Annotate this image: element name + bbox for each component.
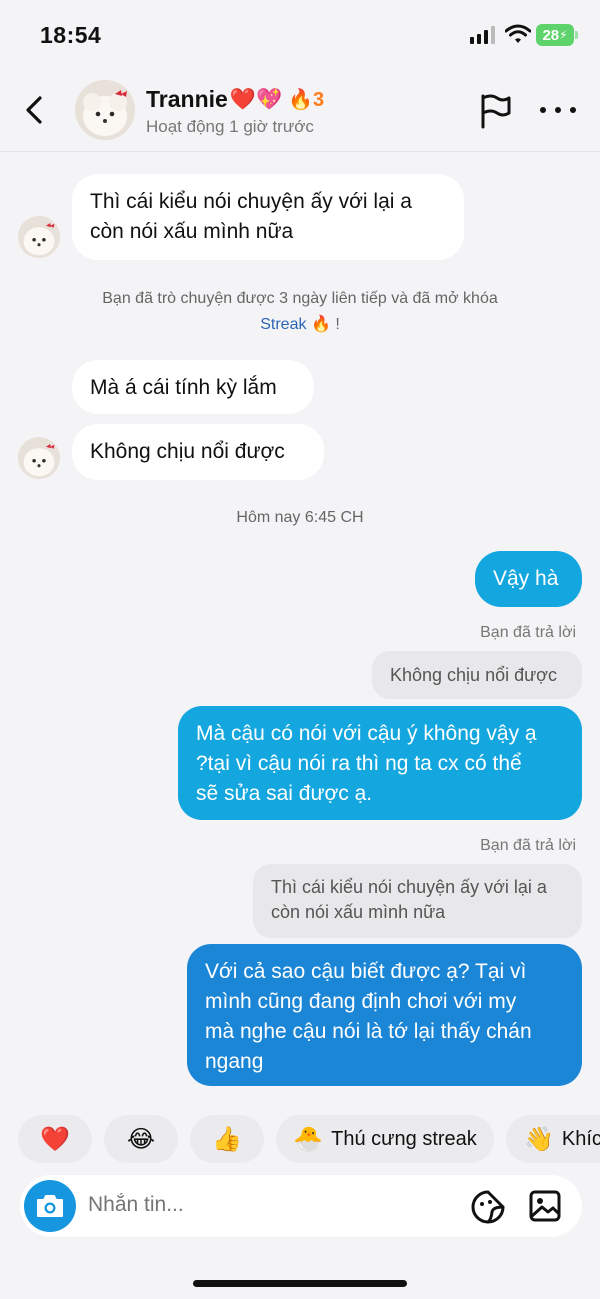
message-line: còn nói xấu mình nữa — [90, 220, 294, 243]
message-bubble-outgoing[interactable]: Vậy hà — [475, 551, 582, 607]
message-line: ngang — [205, 1050, 264, 1073]
cellular-signal-icon — [470, 26, 495, 44]
message-bubble-incoming[interactable]: Thì cái kiểu nói chuyện ấy với lại a còn… — [72, 174, 464, 260]
status-bar: 18:54 28 ⚡ — [0, 0, 600, 70]
dot-icon — [555, 107, 561, 113]
sticker-icon — [471, 1190, 505, 1224]
chat-header: Trannie ❤️💖 🔥3 Hoạt động 1 giờ trước — [0, 70, 600, 152]
streak-pet-icon: 🐣 — [293, 1125, 324, 1153]
wave-button[interactable]: 👋 Khíc — [506, 1115, 600, 1163]
sticker-button[interactable] — [470, 1189, 506, 1225]
waving-hand-icon: 👋 — [524, 1125, 554, 1153]
quoted-line: Thì cái kiểu nói chuyện ấy với lại a — [271, 877, 547, 897]
reaction-laugh-button[interactable]: 😂 — [104, 1115, 178, 1163]
camera-icon — [37, 1195, 63, 1217]
streak-notice-text: Bạn đã trò chuyện được 3 ngày liên tiếp … — [102, 290, 498, 307]
thumbs-up-icon: 👍 — [212, 1125, 242, 1153]
sender-avatar[interactable] — [18, 216, 60, 258]
streak-badge: 🔥3 — [288, 87, 324, 112]
quoted-line: Không chịu nổi được — [390, 665, 557, 685]
status-time: 18:54 — [40, 22, 102, 48]
reaction-heart-button[interactable]: ❤️ — [18, 1115, 92, 1163]
heart-emoji: ❤️💖 — [229, 87, 283, 111]
quoted-message[interactable]: Thì cái kiểu nói chuyện ấy với lại a còn… — [253, 864, 582, 938]
reaction-thumbs-up-button[interactable]: 👍 — [190, 1115, 264, 1163]
laughing-face-icon: 😂 — [126, 1125, 156, 1153]
battery-level: 28 — [542, 26, 560, 44]
back-button[interactable] — [18, 90, 50, 130]
more-options-button[interactable] — [540, 98, 576, 122]
message-line: Với cả sao cậu biết được ạ? Tại vì — [205, 960, 527, 983]
fire-icon: 🔥 — [288, 89, 314, 111]
gallery-button[interactable] — [528, 1189, 562, 1223]
image-icon — [529, 1190, 561, 1222]
sender-avatar[interactable] — [18, 437, 60, 479]
message-composer — [20, 1175, 582, 1237]
message-line: Vậy hà — [493, 567, 559, 590]
message-line: ?tại vì cậu nói ra thì ng ta cx có thể — [196, 752, 522, 775]
streak-count: 3 — [313, 89, 325, 111]
quick-reactions: ❤️ 😂 👍 🐣 Thú cưng streak 👋 Khíc — [18, 1115, 600, 1163]
chip-label: Thú cưng streak — [331, 1127, 477, 1150]
wifi-icon — [505, 24, 531, 43]
report-button[interactable] — [478, 93, 512, 129]
chip-label: Khíc — [561, 1127, 600, 1150]
message-line: mà nghe cậu nói là tớ lại thấy chán — [205, 1020, 532, 1043]
streak-notice: Bạn đã trò chuyện được 3 ngày liên tiếp … — [0, 286, 600, 338]
message-line: Không chịu nổi được — [90, 440, 285, 463]
streak-pet-button[interactable]: 🐣 Thú cưng streak — [276, 1115, 494, 1163]
message-bubble-incoming[interactable]: Không chịu nổi được — [72, 424, 324, 480]
message-bubble-incoming[interactable]: Mà á cái tính kỳ lắm — [72, 360, 314, 414]
reply-label: Bạn đã trả lời — [480, 624, 576, 641]
message-input[interactable] — [88, 1193, 448, 1217]
reply-label: Bạn đã trả lời — [480, 837, 576, 854]
quoted-message[interactable]: Không chịu nổi được — [372, 651, 582, 699]
camera-button[interactable] — [24, 1180, 76, 1232]
message-line: Mà á cái tính kỳ lắm — [90, 376, 277, 399]
streak-link[interactable]: Streak — [260, 316, 306, 333]
contact-name-text: Trannie — [146, 86, 228, 112]
timestamp: Hôm nay 6:45 CH — [236, 509, 364, 526]
home-indicator — [193, 1280, 407, 1287]
battery-icon: 28 ⚡ — [536, 24, 578, 46]
contact-avatar[interactable] — [75, 80, 135, 140]
flag-icon — [481, 94, 511, 129]
contact-status: Hoạt động 1 giờ trước — [146, 117, 314, 136]
message-bubble-outgoing[interactable]: Mà cậu có nói với cậu ý không vậy ạ ?tại… — [178, 706, 582, 820]
message-line: sẽ sửa sai được ạ. — [196, 782, 373, 805]
message-line: mình cũng đang định chơi với my — [205, 990, 517, 1013]
contact-name[interactable]: Trannie ❤️💖 🔥3 — [146, 86, 324, 113]
dot-icon — [540, 107, 546, 113]
quoted-line: còn nói xấu mình nữa — [271, 902, 446, 922]
message-line: Mà cậu có nói với cậu ý không vậy ạ — [196, 722, 537, 745]
streak-notice-suffix: ! — [335, 316, 340, 333]
dot-icon — [570, 107, 576, 113]
heart-icon: ❤️ — [40, 1125, 70, 1153]
chevron-left-icon — [26, 96, 42, 124]
message-bubble-outgoing[interactable]: Với cả sao cậu biết được ạ? Tại vì mình … — [187, 944, 582, 1086]
message-line: Thì cái kiểu nói chuyện ấy với lại a — [90, 190, 412, 213]
fire-icon: 🔥 — [310, 316, 331, 333]
